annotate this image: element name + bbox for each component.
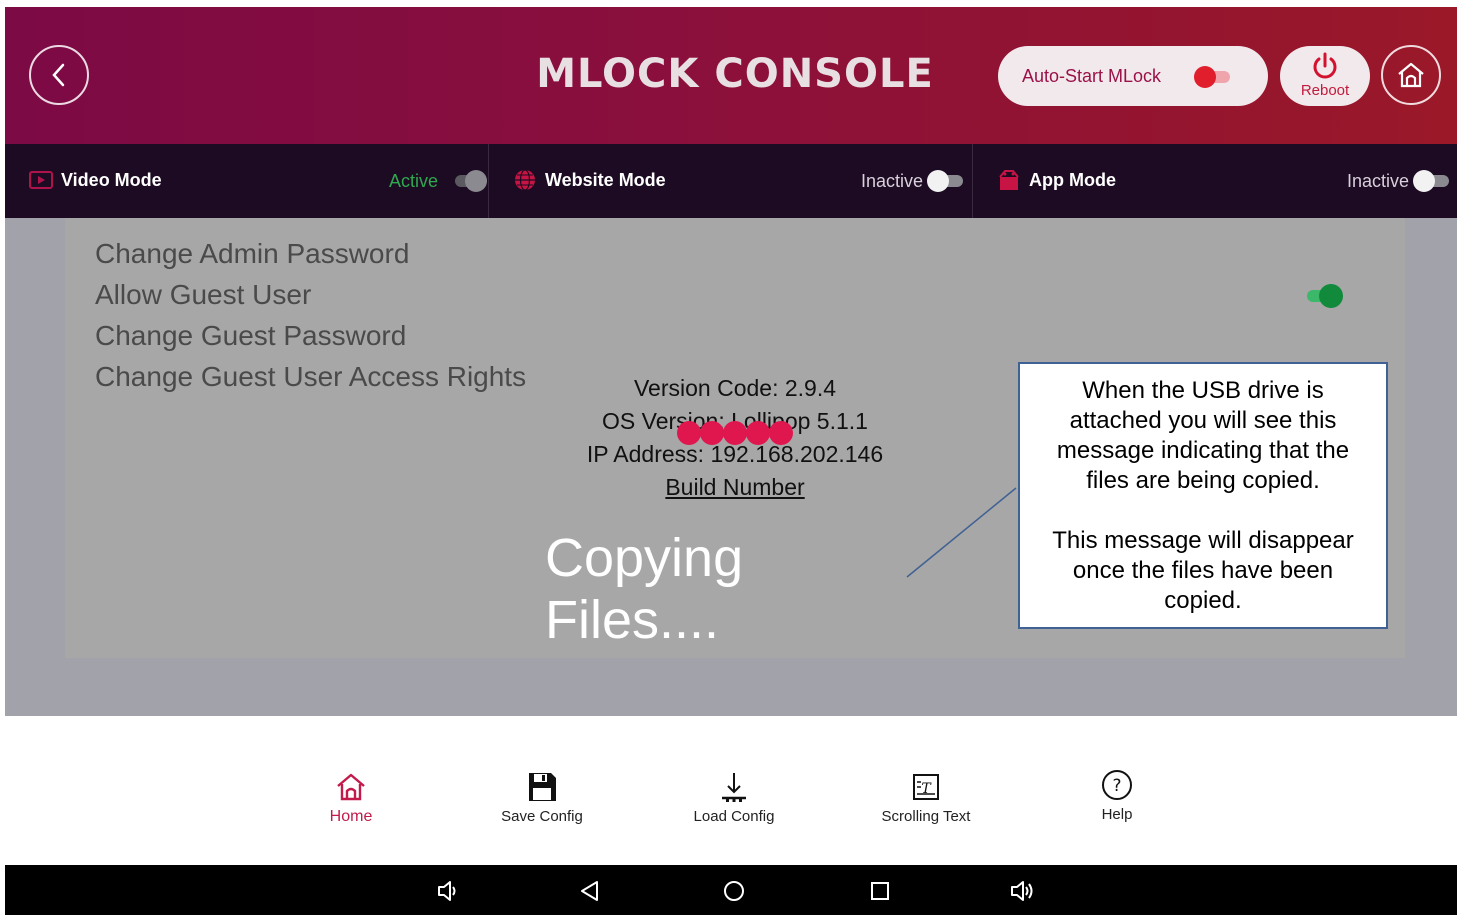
back-button[interactable] <box>29 45 89 105</box>
change-admin-password-item[interactable]: Change Admin Password <box>95 238 409 270</box>
mode-bar: Video Mode Active Website Mode Inactive <box>5 144 1457 218</box>
toolbar-home-label: Home <box>329 808 373 825</box>
progress-dots <box>677 421 797 447</box>
system-nav-bar <box>5 865 1457 915</box>
mode-video[interactable]: Video Mode Active <box>5 144 489 218</box>
mode-app-label: App Mode <box>1029 170 1116 190</box>
autostart-control[interactable]: Auto-Start MLock <box>998 46 1268 106</box>
callout-paragraph-2: This message will disappear once the fil… <box>1052 527 1354 614</box>
floppy-disk-icon <box>529 773 556 801</box>
usb-callout: When the USB drive is attached you will … <box>1018 362 1388 629</box>
toolbar-home[interactable]: Home <box>281 770 421 826</box>
power-icon <box>1313 52 1337 79</box>
toolbar-scrolling-label: Scrolling Text <box>881 808 971 825</box>
help-icon: ? <box>1102 770 1132 800</box>
home-icon <box>1398 62 1424 88</box>
change-guest-password-item[interactable]: Change Guest Password <box>95 320 406 352</box>
reboot-label: Reboot <box>1300 82 1350 99</box>
version-code: Version Code: 2.9.4 <box>633 375 837 401</box>
mode-website-status: Inactive <box>861 171 924 191</box>
nav-recents-icon[interactable] <box>867 878 893 904</box>
mode-website-label: Website Mode <box>545 170 666 190</box>
toolbar-save-label: Save Config <box>501 808 583 825</box>
change-guest-access-item[interactable]: Change Guest User Access Rights <box>95 361 526 393</box>
chevron-left-icon <box>52 63 65 87</box>
mode-website[interactable]: Website Mode Inactive <box>489 144 973 218</box>
home-button[interactable] <box>1381 45 1441 105</box>
volume-up-icon[interactable] <box>1009 878 1035 904</box>
build-number-link[interactable]: Build Number <box>505 474 965 501</box>
toolbar-help-label: Help <box>1101 806 1133 823</box>
mode-app[interactable]: App Mode Inactive <box>973 144 1457 218</box>
volume-down-icon[interactable] <box>435 878 461 904</box>
mode-video-status: Active <box>389 171 439 191</box>
globe-icon <box>515 169 535 191</box>
callout-paragraph-1: When the USB drive is attached you will … <box>1056 377 1350 494</box>
allow-guest-user-item[interactable]: Allow Guest User <box>95 279 311 311</box>
app-frame: MLOCK CONSOLE Auto-Start MLock Reboot Vi… <box>5 7 1457 915</box>
page-title: MLOCK CONSOLE <box>536 51 934 97</box>
reboot-button[interactable]: Reboot <box>1280 46 1370 106</box>
allow-guest-toggle[interactable] <box>1305 284 1343 308</box>
toolbar-scrolling-text[interactable]: T Scrolling Text <box>856 770 996 825</box>
text-box-icon: T <box>913 774 939 800</box>
toolbar-load-label: Load Config <box>693 808 775 825</box>
video-icon <box>29 171 53 189</box>
copying-files-message: Copying Files.... <box>545 528 744 650</box>
nav-home-icon[interactable] <box>721 878 747 904</box>
app-icon <box>999 170 1019 190</box>
mode-app-toggle[interactable] <box>1413 170 1449 192</box>
toolbar-save-config[interactable]: Save Config <box>472 770 612 825</box>
autostart-toggle[interactable] <box>1194 66 1230 88</box>
svg-text:?: ? <box>1112 776 1121 796</box>
autostart-label: Auto-Start MLock <box>1022 65 1162 86</box>
mode-app-status: Inactive <box>1347 171 1410 191</box>
download-icon <box>722 773 746 802</box>
bottom-toolbar: Home Save Config Load Config T Scrolling… <box>5 716 1457 865</box>
header-bar: MLOCK CONSOLE Auto-Start MLock Reboot <box>5 7 1457 144</box>
mode-video-toggle[interactable] <box>451 170 487 192</box>
home-icon <box>337 773 365 801</box>
nav-back-icon[interactable] <box>577 878 603 904</box>
toolbar-load-config[interactable]: Load Config <box>664 770 804 825</box>
mode-website-toggle[interactable] <box>927 170 963 192</box>
mode-video-label: Video Mode <box>61 170 162 190</box>
toolbar-help[interactable]: ? Help <box>1047 770 1187 823</box>
